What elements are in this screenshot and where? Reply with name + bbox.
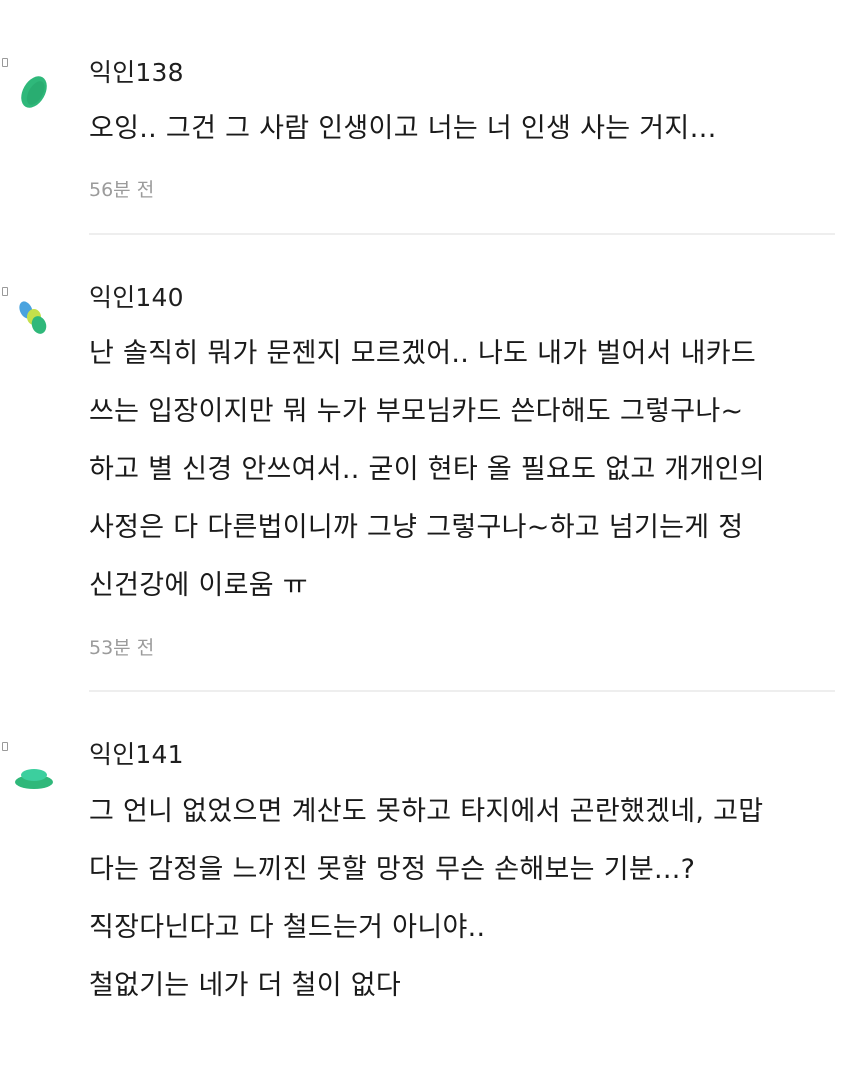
comment-line: 난 솔직히 뭐가 문젠지 모르겠어.. 나도 내가 벌어서 내카드 <box>89 338 757 369</box>
corner-mark-icon <box>2 58 8 67</box>
comment-author[interactable]: 익인140 <box>89 283 184 313</box>
comment-divider <box>89 690 835 692</box>
comment-line: 하고 별 신경 안쓰여서.. 굳이 현타 올 필요도 없고 개개인의 <box>89 454 765 485</box>
comment-line: 그 언니 없었으면 계산도 못하고 타지에서 곤란했겠네, 고맙 <box>89 796 764 827</box>
comment-line: 쓰는 입장이지만 뭐 누가 부모님카드 쓴다해도 그렇구나~ <box>89 396 744 427</box>
comment-line: 철없기는 네가 더 철이 없다 <box>89 970 402 1001</box>
comment-timestamp: 56분 전 <box>89 179 155 201</box>
multicolor-dots-avatar-icon[interactable] <box>14 297 54 337</box>
comment-line: 사정은 다 다른법이니까 그냥 그렇구나~하고 넘기는게 정 <box>89 512 744 543</box>
green-disc-avatar-icon[interactable] <box>14 758 54 798</box>
comment-line: 신건강에 이로움 ㅠ <box>89 570 308 601</box>
comment-line: 다는 감정을 느끼진 못할 망정 무슨 손해보는 기분...? <box>89 854 696 885</box>
corner-mark-icon <box>2 742 8 751</box>
green-oval-avatar-icon[interactable] <box>14 72 54 112</box>
comment-author[interactable]: 익인141 <box>89 740 184 770</box>
comment-divider <box>89 233 835 235</box>
corner-mark-icon <box>2 287 8 296</box>
comment-line: 직장다닌다고 다 철드는거 아니야.. <box>89 912 486 943</box>
comment-author[interactable]: 익인138 <box>89 58 184 88</box>
comment-body: 오잉.. 그건 그 사람 인생이고 너는 너 인생 사는 거지… <box>89 100 839 158</box>
comment-body: 그 언니 없었으면 계산도 못하고 타지에서 곤란했겠네, 고맙 다는 감정을 … <box>89 783 839 1015</box>
comment-timestamp: 53분 전 <box>89 637 155 659</box>
comment-body: 난 솔직히 뭐가 문젠지 모르겠어.. 나도 내가 벌어서 내카드 쓰는 입장이… <box>89 325 839 615</box>
comment-line: 오잉.. 그건 그 사람 인생이고 너는 너 인생 사는 거지… <box>89 113 717 144</box>
